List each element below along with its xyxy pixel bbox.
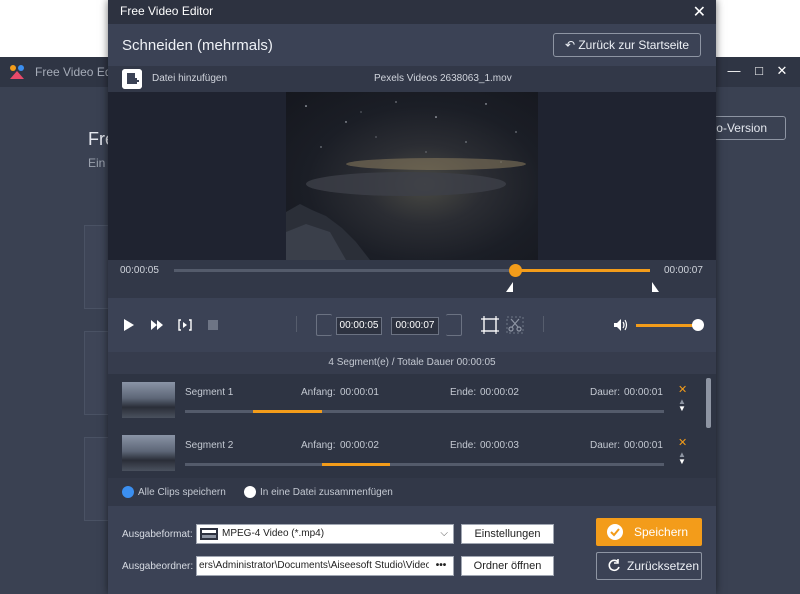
clip-end-time[interactable]: 00:00:07 xyxy=(391,317,439,335)
segment-duration-label: Dauer: xyxy=(590,387,621,398)
chevron-down-icon: ⌵ xyxy=(440,528,448,539)
browse-button[interactable]: ••• xyxy=(429,557,453,575)
segment-thumbnail xyxy=(122,435,175,471)
page-title: Schneiden (mehrmals) xyxy=(122,37,273,54)
segment-list-scrollbar[interactable] xyxy=(706,378,711,428)
maximize-icon[interactable]: □ xyxy=(751,63,767,78)
split-scissors-icon[interactable] xyxy=(506,316,524,334)
video-preview[interactable] xyxy=(108,92,716,260)
start-marker-handle[interactable] xyxy=(505,282,513,292)
segment-end: 00:00:02 xyxy=(480,387,519,398)
segment-start: 00:00:02 xyxy=(340,440,379,451)
segment-start-label: Anfang: xyxy=(301,440,336,451)
crop-icon[interactable] xyxy=(481,316,499,334)
close-icon[interactable]: ✕ xyxy=(774,63,790,79)
reset-button-label: Zurücksetzen xyxy=(627,559,700,573)
reset-icon xyxy=(608,559,620,572)
volume-handle[interactable] xyxy=(691,319,704,331)
timeline-track[interactable] xyxy=(174,269,650,272)
move-down-icon[interactable]: ▼ xyxy=(678,457,686,466)
save-all-label[interactable]: Alle Clips speichern xyxy=(138,487,226,498)
delete-icon[interactable]: ✕ xyxy=(678,383,687,396)
back-button-label: Zurück zur Startseite xyxy=(578,38,690,52)
segment-end-label: Ende: xyxy=(450,387,477,398)
cut-dialog: Free Video Editor ✕ Schneiden (mehrmals)… xyxy=(108,0,716,594)
app-logo-icon xyxy=(10,65,24,79)
playhead-handle[interactable] xyxy=(508,264,522,277)
segment-range xyxy=(253,410,322,413)
segment-name: Segment 2 xyxy=(185,440,234,451)
save-button-label: Speichern xyxy=(634,525,689,539)
segments-summary: 4 Segment(e) / Totale Dauer 00:00:05 xyxy=(108,352,716,374)
playback-controls: 00:00:05 00:00:07 xyxy=(108,298,716,352)
segment-row[interactable]: Segment 1 Anfang: 00:00:01 Ende: 00:00:0… xyxy=(108,374,716,426)
add-file-icon[interactable] xyxy=(122,69,142,89)
video-frame xyxy=(286,92,538,260)
segment-end: 00:00:03 xyxy=(480,440,519,451)
file-bar: Datei hinzufügen Pexels Videos 2638063_1… xyxy=(108,66,716,92)
segment-start-label: Anfang: xyxy=(301,387,336,398)
minimize-icon[interactable]: — xyxy=(726,63,742,78)
output-panel: Ausgabeformat: MPEG-4 Video (*.mp4) ⌵ Ei… xyxy=(108,506,716,594)
segment-range-bar xyxy=(185,410,664,413)
format-select[interactable]: MPEG-4 Video (*.mp4) ⌵ xyxy=(196,524,454,544)
check-icon xyxy=(607,524,623,540)
save-options: Alle Clips speichern In eine Datei zusam… xyxy=(108,478,716,506)
back-to-home-button[interactable]: ↶ Zurück zur Startseite xyxy=(553,33,701,57)
add-file-label[interactable]: Datei hinzufügen xyxy=(152,73,227,84)
main-subheading: Ein xyxy=(88,156,106,170)
set-start-icon[interactable] xyxy=(316,314,332,336)
set-end-icon[interactable] xyxy=(446,314,462,336)
segment-range-bar xyxy=(185,463,664,466)
fast-forward-icon[interactable] xyxy=(150,319,164,331)
segment-duration: 00:00:01 xyxy=(624,387,663,398)
dialog-titlebar: Free Video Editor ✕ xyxy=(108,0,716,24)
segment-duration: 00:00:01 xyxy=(624,440,663,451)
folder-label: Ausgabeordner: xyxy=(122,561,194,572)
merge-radio[interactable] xyxy=(244,486,256,498)
dialog-title: Free Video Editor xyxy=(120,4,214,18)
format-value: MPEG-4 Video (*.mp4) xyxy=(222,528,325,539)
segment-end-label: Ende: xyxy=(450,440,477,451)
move-down-icon[interactable]: ▼ xyxy=(678,404,686,413)
timeline-selection xyxy=(514,269,650,272)
main-window-title: Free Video Edi xyxy=(35,65,115,79)
divider xyxy=(543,316,544,332)
segment-duration-label: Dauer: xyxy=(590,440,621,451)
segment-name: Segment 1 xyxy=(185,387,234,398)
stop-icon[interactable] xyxy=(208,320,218,330)
end-marker-handle[interactable] xyxy=(652,282,659,292)
segment-start: 00:00:01 xyxy=(340,387,379,398)
output-folder-path: ers\Administrator\Documents\Aiseesoft St… xyxy=(199,560,432,571)
segment-row[interactable]: Segment 2 Anfang: 00:00:02 Ende: 00:00:0… xyxy=(108,427,716,479)
divider xyxy=(296,316,297,332)
delete-icon[interactable]: ✕ xyxy=(678,436,687,449)
play-icon[interactable] xyxy=(123,318,135,332)
jump-to-segment-icon[interactable] xyxy=(178,318,192,332)
save-all-radio[interactable] xyxy=(122,486,134,498)
output-folder-field[interactable]: ers\Administrator\Documents\Aiseesoft St… xyxy=(196,556,454,576)
open-folder-button[interactable]: Ordner öffnen xyxy=(461,556,554,576)
volume-slider[interactable] xyxy=(636,324,698,327)
clip-start-time[interactable]: 00:00:05 xyxy=(336,317,382,335)
segment-list: Segment 1 Anfang: 00:00:01 Ende: 00:00:0… xyxy=(108,374,716,478)
dialog-header: Schneiden (mehrmals) ↶ Zurück zur Starts… xyxy=(108,24,716,66)
dialog-close-icon[interactable]: ✕ xyxy=(693,2,706,22)
segment-range xyxy=(321,463,391,466)
timeline-end-time: 00:00:07 xyxy=(664,265,703,276)
merge-label[interactable]: In eine Datei zusammenfügen xyxy=(260,487,393,498)
reset-button[interactable]: Zurücksetzen xyxy=(596,552,702,580)
night-sky-image xyxy=(286,101,526,260)
timeline-bar: 00:00:05 00:00:07 xyxy=(108,260,716,298)
settings-button[interactable]: Einstellungen xyxy=(461,524,554,544)
save-button[interactable]: Speichern xyxy=(596,518,702,546)
mpeg-format-icon xyxy=(200,528,218,540)
segment-thumbnail xyxy=(122,382,175,418)
timeline-start-time: 00:00:05 xyxy=(120,265,159,276)
volume-icon[interactable] xyxy=(613,318,629,332)
file-name: Pexels Videos 2638063_1.mov xyxy=(374,73,512,84)
format-label: Ausgabeformat: xyxy=(122,529,193,540)
back-arrow-icon: ↶ xyxy=(564,38,575,52)
